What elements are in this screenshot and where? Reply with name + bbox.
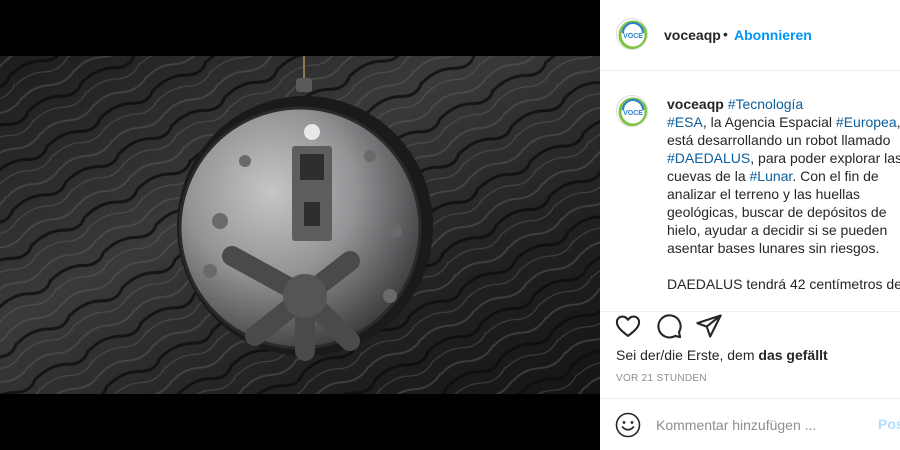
caption-line: #ESA, la Agencia Espacial #Europea, <box>667 113 900 131</box>
caption-line: voceaqp #Tecnología <box>667 95 899 113</box>
caption-fragment: hielo, ayudar a decidir si se pueden <box>667 222 888 238</box>
comment-input[interactable] <box>656 414 866 436</box>
svg-text:VOCE: VOCE <box>623 110 643 117</box>
caption-fragment: DAEDALUS tendrá 42 centímetros de <box>667 276 900 292</box>
svg-text:VOCE: VOCE <box>623 33 643 40</box>
header-separator: • <box>723 26 728 42</box>
comment-icon <box>657 314 682 339</box>
header-username[interactable]: voceaqp <box>664 27 721 43</box>
caption-fragment: asentar bases lunares sin riesgos. <box>667 240 880 256</box>
caption-line: analizar el terreno y las huellas <box>667 185 899 203</box>
post-sidebar: VOCE voceaqp • Abonnieren VOCE voceaqp #… <box>600 0 900 450</box>
emoji-button[interactable] <box>615 412 641 438</box>
caption-line <box>667 257 899 275</box>
caption-fragment: analizar el terreno y las huellas <box>667 186 860 202</box>
caption-line: #DAEDALUS, para poder explorar las <box>667 149 900 167</box>
heart-icon <box>615 315 641 337</box>
likes-prefix: Sei der/die Erste, dem <box>616 347 759 363</box>
caption-line: DAEDALUS tendrá 42 centímetros de <box>667 275 900 293</box>
comment-bar: Posten <box>600 398 900 450</box>
hashtag-link[interactable]: #ESA <box>667 114 703 130</box>
post-header: VOCE voceaqp • Abonnieren <box>600 0 900 71</box>
hashtag-link[interactable]: #Lunar <box>750 168 793 184</box>
caption-fragment: cuevas de la <box>667 168 750 184</box>
caption-fragment: , la Agencia Espacial <box>702 114 836 130</box>
hashtag-link[interactable]: #DAEDALUS <box>667 150 750 166</box>
share-button[interactable] <box>695 312 723 340</box>
action-bar <box>600 312 900 342</box>
caption-fragment: está desarrollando un robot llamado <box>667 132 891 148</box>
likes-text: Sei der/die Erste, dem das gefällt <box>616 347 828 363</box>
comment-button[interactable] <box>655 312 683 340</box>
caption-section: VOCE voceaqp #Tecnología #ESA, la Agenci… <box>600 71 900 312</box>
robot-sphere-image <box>0 56 600 394</box>
post-timestamp[interactable]: VOR 21 STUNDEN <box>616 373 707 384</box>
caption-line: geológicas, buscar de depósitos de <box>667 203 899 221</box>
caption-fragment: . Con el fin de <box>792 168 879 184</box>
hashtag-link[interactable]: #Tecnología <box>728 96 804 112</box>
post-image[interactable] <box>0 0 600 450</box>
caption-text: voceaqp #Tecnología #ESA, la Agencia Esp… <box>667 95 900 293</box>
avatar[interactable]: VOCE <box>616 18 648 50</box>
caption-line: asentar bases lunares sin riesgos. <box>667 239 899 257</box>
likes-link[interactable]: das gefällt <box>758 347 827 363</box>
avatar-logo-icon: VOCE <box>618 20 647 49</box>
share-icon <box>696 314 722 338</box>
like-button[interactable] <box>614 312 642 340</box>
caption-line: está desarrollando un robot llamado <box>667 131 899 149</box>
avatar-logo-icon: VOCE <box>618 97 647 126</box>
follow-button[interactable]: Abonnieren <box>734 27 812 43</box>
post-comment-button[interactable]: Posten <box>878 416 900 432</box>
caption-fragment: geológicas, buscar de depósitos de <box>667 204 887 220</box>
caption-line: cuevas de la #Lunar. Con el fin de <box>667 167 899 185</box>
caption-line: hielo, ayudar a decidir si se pueden <box>667 221 899 239</box>
caption-fragment: , para poder explorar las <box>750 150 900 166</box>
caption-avatar[interactable]: VOCE <box>616 95 648 127</box>
caption-fragment: , <box>897 114 900 130</box>
hashtag-link[interactable]: #Europea <box>836 114 897 130</box>
caption-username[interactable]: voceaqp <box>667 96 724 112</box>
smiley-icon <box>615 412 641 438</box>
